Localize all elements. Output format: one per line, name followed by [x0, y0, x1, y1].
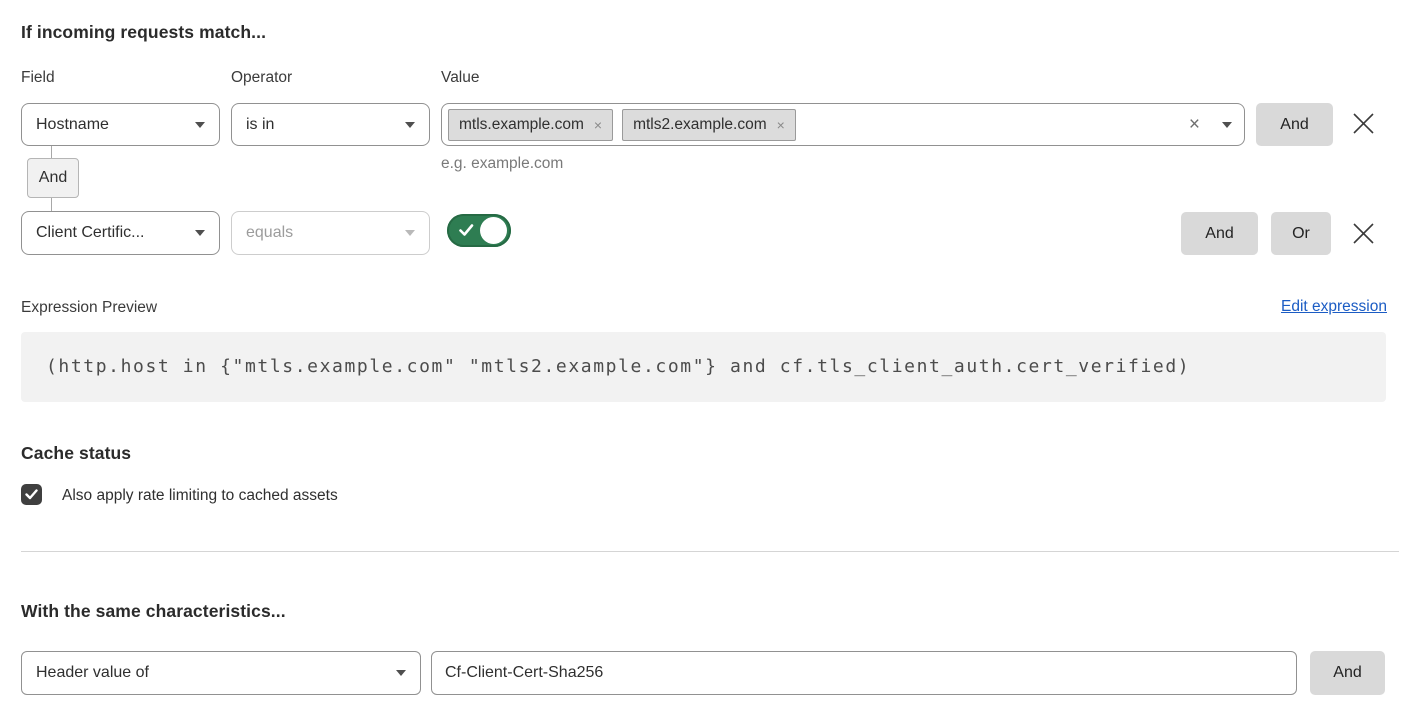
value-tag-label: mtls2.example.com: [633, 116, 767, 134]
tag-remove-icon[interactable]: ×: [777, 118, 785, 132]
field-select-row2-value: Client Certific...: [36, 224, 144, 242]
operator-select-row1-value: is in: [246, 116, 274, 134]
cert-verified-toggle[interactable]: [447, 214, 511, 247]
operator-select-row2-value: equals: [246, 224, 293, 242]
field-select-row2[interactable]: Client Certific...: [21, 211, 220, 255]
characteristic-select[interactable]: Header value of: [21, 651, 421, 695]
chevron-down-icon: [195, 122, 205, 128]
operator-select-row2-disabled: equals: [231, 211, 430, 255]
expression-code: (http.host in {"mtls.example.com" "mtls2…: [21, 332, 1386, 402]
chevron-down-icon[interactable]: [1222, 122, 1232, 128]
operator-select-row1[interactable]: is in: [231, 103, 430, 146]
field-column-label: Field: [21, 69, 55, 87]
add-characteristic-button[interactable]: And: [1310, 651, 1385, 695]
tag-remove-icon[interactable]: ×: [594, 118, 602, 132]
add-or-condition-button-row2[interactable]: Or: [1271, 212, 1331, 255]
check-icon: [25, 489, 38, 500]
section-divider: [21, 551, 1399, 552]
value-helper-text: e.g. example.com: [441, 155, 563, 173]
operator-column-label: Operator: [231, 69, 292, 87]
characteristics-title: With the same characteristics...: [21, 601, 286, 622]
expression-code-block: (http.host in {"mtls.example.com" "mtls2…: [21, 332, 1386, 402]
edit-expression-link[interactable]: Edit expression: [1281, 298, 1387, 316]
delete-row1-icon[interactable]: [1351, 111, 1376, 136]
field-select-row1-value: Hostname: [36, 116, 109, 134]
chevron-down-icon: [396, 670, 406, 676]
add-and-condition-button-row1[interactable]: And: [1256, 103, 1333, 146]
match-section-title: If incoming requests match...: [21, 22, 266, 43]
check-icon: [459, 224, 474, 237]
rule-builder-page: If incoming requests match... Field Oper…: [0, 0, 1420, 720]
expression-preview-label: Expression Preview: [21, 299, 157, 317]
value-tag: mtls2.example.com ×: [622, 109, 796, 141]
cache-status-title: Cache status: [21, 443, 131, 464]
connector-line: [51, 198, 52, 211]
field-select-row1[interactable]: Hostname: [21, 103, 220, 146]
connector-line: [51, 146, 52, 158]
cache-checkbox-label: Also apply rate limiting to cached asset…: [62, 487, 338, 505]
chevron-down-icon: [405, 230, 415, 236]
toggle-knob: [480, 217, 507, 244]
value-tag: mtls.example.com ×: [448, 109, 613, 141]
chevron-down-icon: [405, 122, 415, 128]
value-tag-label: mtls.example.com: [459, 116, 584, 134]
chevron-down-icon: [195, 230, 205, 236]
delete-row2-icon[interactable]: [1351, 221, 1376, 246]
header-name-input[interactable]: [431, 651, 1297, 695]
value-multiselect-row1[interactable]: mtls.example.com × mtls2.example.com × ×: [441, 103, 1245, 146]
cache-assets-checkbox[interactable]: [21, 484, 42, 505]
add-and-condition-button-row2[interactable]: And: [1181, 212, 1258, 255]
connector-and-chip[interactable]: And: [27, 158, 79, 198]
characteristic-select-value: Header value of: [36, 664, 149, 682]
clear-all-icon[interactable]: ×: [1189, 115, 1200, 134]
value-column-label: Value: [441, 69, 480, 87]
